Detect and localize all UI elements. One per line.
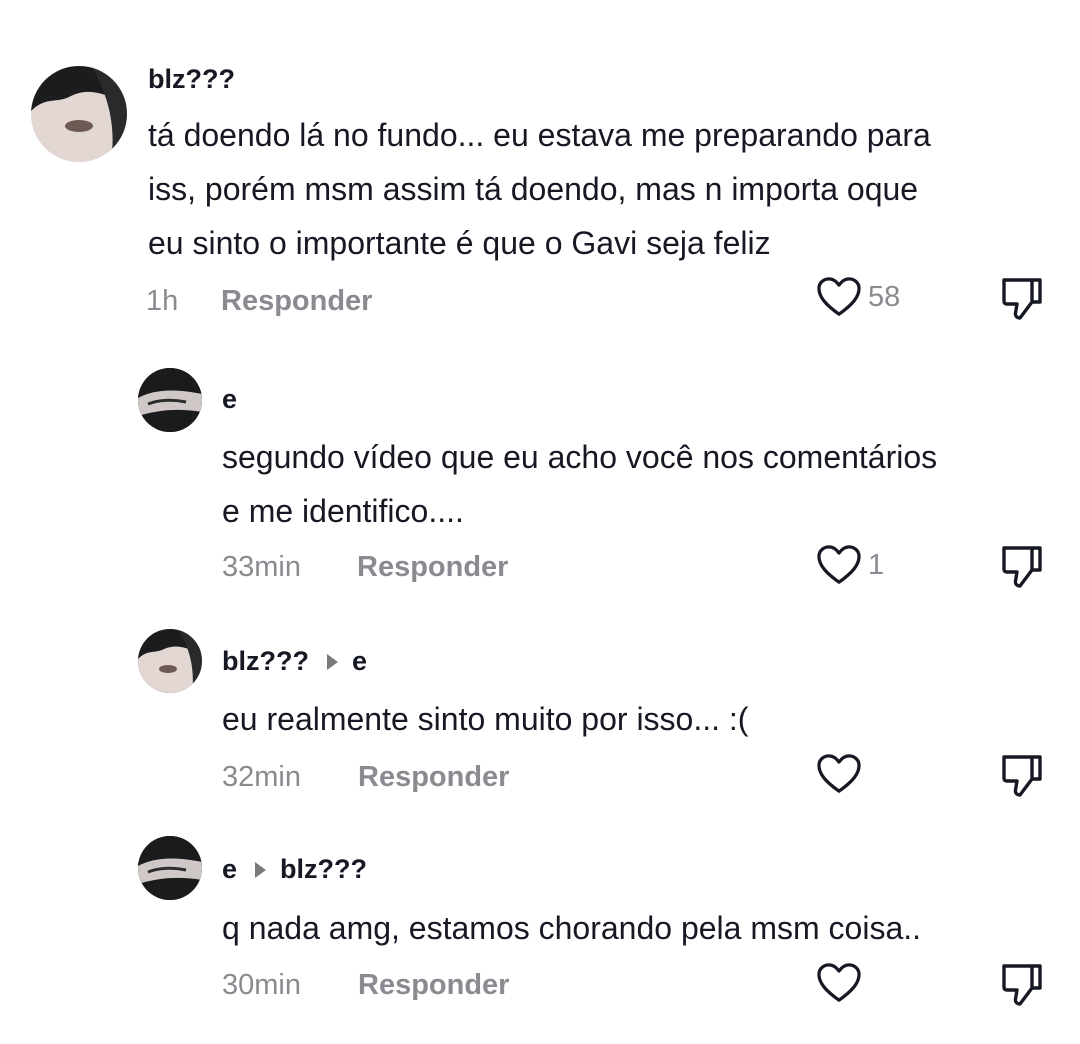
comment-timestamp: 30min	[222, 969, 301, 1001]
reply-button[interactable]: Responder	[357, 551, 508, 584]
heart-outline-icon	[817, 545, 861, 584]
like-button[interactable]: 1	[816, 544, 884, 586]
comment-timestamp: 1h	[146, 285, 179, 317]
caret-right-icon	[326, 653, 338, 670]
avatar[interactable]	[138, 836, 202, 900]
dislike-button[interactable]	[1000, 962, 1044, 1008]
like-button[interactable]	[816, 753, 868, 795]
thumbs-down-outline-icon	[1002, 278, 1042, 320]
reply-to-username[interactable]: e	[352, 646, 367, 677]
comment-text: eu realmente sinto muito por isso... :(	[222, 692, 748, 746]
reply-button[interactable]: Responder	[358, 969, 509, 1002]
avatar-photo	[138, 629, 202, 693]
avatar[interactable]	[31, 66, 127, 162]
thumbs-down-outline-icon	[1002, 964, 1042, 1006]
comment-username[interactable]: e	[222, 384, 237, 415]
caret-right-icon	[255, 861, 267, 878]
comment-line: q nada amg, estamos chorando pela msm co…	[222, 910, 922, 946]
reply-to-username[interactable]: blz???	[280, 854, 367, 885]
comment-line: e me identifico....	[222, 493, 464, 529]
comment-text: tá doendo lá no fundo... eu estava me pr…	[148, 108, 931, 270]
avatar[interactable]	[138, 629, 202, 693]
like-button[interactable]: 58	[816, 276, 900, 318]
like-count: 1	[868, 548, 885, 581]
comment-text: q nada amg, estamos chorando pela msm co…	[222, 901, 921, 955]
comment-thread-item: blz??? tá doendo lá no fundo... eu estav…	[0, 0, 1080, 340]
username-text[interactable]: blz???	[148, 64, 235, 95]
comment-timestamp: 33min	[222, 551, 301, 583]
reply-button[interactable]: Responder	[358, 761, 509, 794]
comment-username[interactable]: blz??? e	[222, 646, 367, 677]
avatar-photo	[138, 368, 202, 432]
comment-line: segundo vídeo que eu acho você nos comen…	[222, 439, 938, 475]
like-button[interactable]	[816, 962, 868, 1004]
heart-outline-icon	[817, 754, 861, 793]
comment-thread-item: blz??? e eu realmente sinto muito por is…	[0, 610, 1080, 820]
username-text[interactable]: e	[222, 854, 237, 885]
avatar-photo	[31, 66, 127, 162]
dislike-button[interactable]	[1000, 544, 1044, 590]
avatar[interactable]	[138, 368, 202, 432]
comment-thread-item: e blz??? q nada amg, estamos chorando pe…	[0, 820, 1080, 1044]
comment-line: eu realmente sinto muito por isso... :(	[222, 701, 749, 737]
like-count: 58	[868, 280, 901, 313]
thumbs-down-outline-icon	[1002, 546, 1042, 588]
comment-line: iss, porém msm assim tá doendo, mas n im…	[148, 171, 919, 207]
username-text[interactable]: e	[222, 384, 237, 415]
avatar-photo	[138, 836, 202, 900]
dislike-button[interactable]	[1000, 753, 1044, 799]
comment-text: segundo vídeo que eu acho você nos comen…	[222, 430, 937, 538]
heart-outline-icon	[817, 277, 861, 316]
dislike-button[interactable]	[1000, 276, 1044, 322]
username-text[interactable]: blz???	[222, 646, 309, 677]
comment-line: eu sinto o importante é que o Gavi seja …	[148, 225, 771, 261]
thumbs-down-outline-icon	[1002, 755, 1042, 797]
comment-username[interactable]: blz???	[148, 64, 235, 95]
comment-thread-item: e segundo vídeo que eu acho você nos com…	[0, 340, 1080, 610]
comment-timestamp: 32min	[222, 761, 301, 793]
comment-username[interactable]: e blz???	[222, 854, 367, 885]
heart-outline-icon	[817, 963, 861, 1002]
reply-button[interactable]: Responder	[221, 285, 372, 318]
comment-line: tá doendo lá no fundo... eu estava me pr…	[148, 117, 931, 153]
